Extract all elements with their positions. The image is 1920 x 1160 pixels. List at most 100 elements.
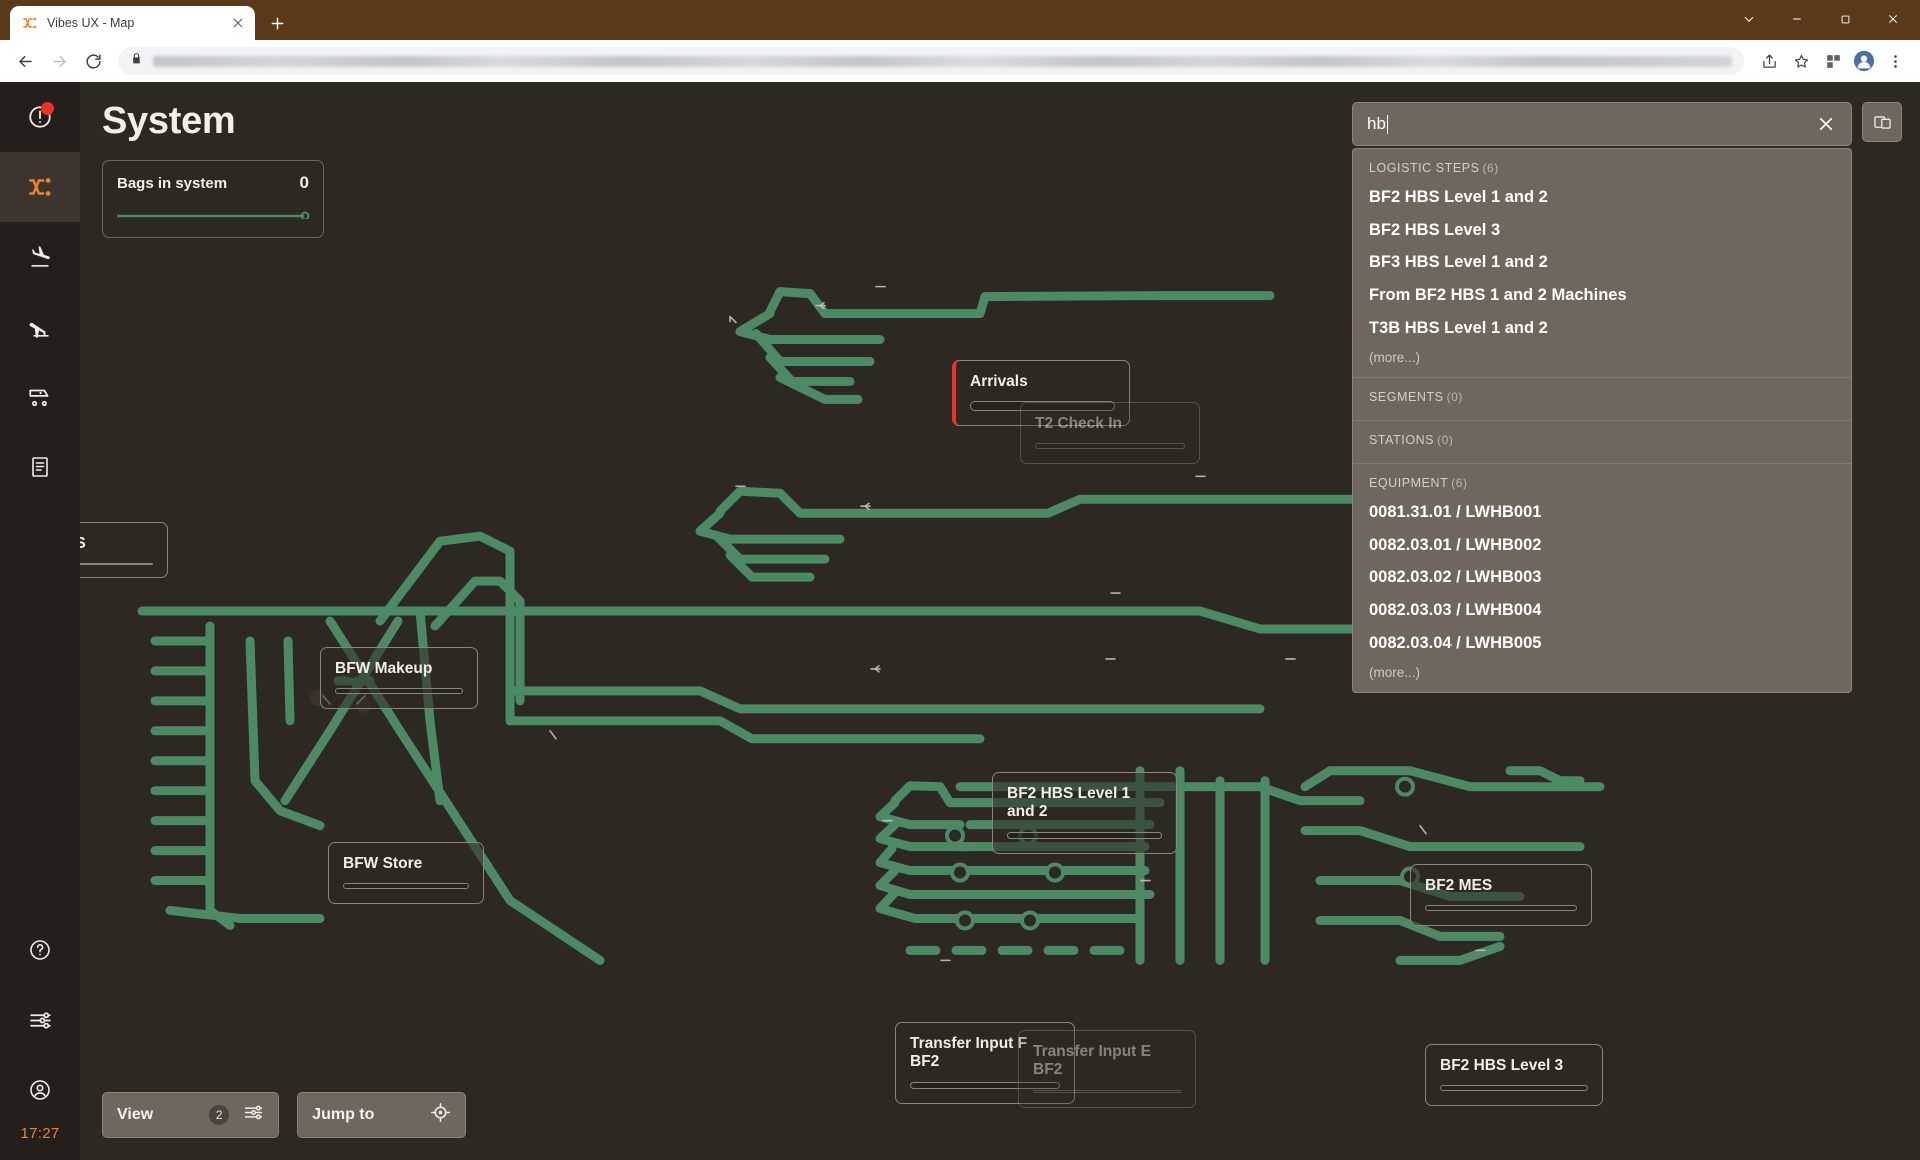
search-panel: hb LOGISTIC STEPS (6) BF2 HBS Level 1 and …	[1352, 102, 1852, 694]
search-group-equipment: EQUIPMENT (6) 0081.31.01 / LWHB001 0082.03.…	[1353, 464, 1851, 692]
new-tab-button[interactable]	[263, 9, 291, 37]
map-node-progress-bar	[1035, 443, 1185, 449]
address-bar[interactable]	[118, 47, 1744, 75]
map-node-title: BFW Makeup	[335, 660, 433, 677]
search-input[interactable]: hb	[1352, 102, 1852, 146]
bags-in-system-card: Bags in system 0	[102, 160, 324, 238]
alerts-badge-dot	[41, 102, 54, 115]
panel-split-icon[interactable]	[1862, 102, 1902, 142]
shuffle-icon	[22, 15, 38, 31]
bottom-toolbar: View 2 Jump to	[102, 1092, 467, 1138]
search-group-heading-label: LOGISTIC STEPS	[1369, 161, 1480, 175]
browser-toolbar	[0, 40, 1920, 82]
close-icon[interactable]	[1815, 113, 1837, 135]
kpi-sparkline	[117, 211, 310, 219]
search-group-heading: SEGMENTS (0)	[1353, 386, 1851, 410]
map-node-title: Transfer Input E BF2	[1033, 1043, 1151, 1079]
map-node-title: BF2 HBS Level 1 and 2	[1007, 785, 1131, 821]
address-bar-url	[153, 55, 1732, 67]
view-button-badge: 2	[209, 1105, 230, 1125]
profile-avatar-icon[interactable]	[1850, 47, 1878, 75]
sliders-icon	[243, 1102, 264, 1128]
kebab-menu-icon[interactable]	[1880, 46, 1910, 76]
sidebar-item-arrivals[interactable]	[0, 292, 80, 362]
lock-icon	[130, 52, 143, 70]
kpi-row: Bags in system 0	[117, 173, 309, 193]
page-title: System	[102, 100, 236, 142]
maximize-icon[interactable]	[1822, 4, 1868, 34]
search-result-item[interactable]: BF2 HBS Level 3	[1353, 214, 1851, 247]
search-result-item[interactable]: 0082.03.03 / LWHB004	[1353, 594, 1851, 627]
search-group-count: (0)	[1446, 390, 1463, 405]
map-node-title: BFW Store	[343, 855, 423, 872]
sidebar-item-departures[interactable]	[0, 222, 80, 292]
map-node-title: T2 Check In	[1035, 415, 1122, 432]
back-arrow-icon[interactable]	[10, 46, 40, 76]
search-group-heading: STATIONS (0)	[1353, 429, 1851, 453]
sidebar-item-account[interactable]	[0, 1055, 80, 1125]
crosshair-target-icon	[430, 1102, 451, 1128]
map-node-progress-bar	[1033, 1089, 1181, 1093]
sidebar-item-settings[interactable]	[0, 985, 80, 1055]
node-bfw-makeup[interactable]: BFW Makeup	[320, 647, 478, 709]
search-result-item[interactable]: 0082.03.04 / LWHB005	[1353, 627, 1851, 660]
map-node-title: Arrivals	[970, 373, 1028, 390]
share-icon[interactable]	[1754, 46, 1784, 76]
view-button[interactable]: View 2	[102, 1092, 280, 1138]
sidebar-item-reports[interactable]	[0, 432, 80, 502]
map-node-progress-bar	[80, 563, 153, 566]
close-icon[interactable]	[229, 14, 247, 32]
extensions-icon[interactable]	[1818, 46, 1848, 76]
map-canvas[interactable]: System Bags in system 0 ES Arrivals T2 Che…	[80, 82, 1920, 1160]
search-group-heading-label: SEGMENTS	[1369, 390, 1444, 405]
view-button-label: View	[117, 1106, 154, 1123]
minimize-icon[interactable]	[1774, 4, 1820, 34]
reload-icon[interactable]	[78, 46, 108, 76]
map-node-title: ES	[80, 535, 86, 552]
search-group-more-link[interactable]: (more...)	[1353, 344, 1851, 367]
browser-tabstrip: Vibes UX - Map	[0, 0, 1920, 40]
search-result-item[interactable]: 0081.31.01 / LWHB001	[1353, 496, 1851, 529]
star-icon[interactable]	[1786, 46, 1816, 76]
search-group-heading: LOGISTIC STEPS (6)	[1353, 157, 1851, 181]
search-result-item[interactable]: 0082.03.02 / LWHB003	[1353, 561, 1851, 594]
node-bf2-mes[interactable]: BF2 MES	[1410, 864, 1592, 926]
window-close-icon[interactable]	[1870, 4, 1916, 34]
sidebar-item-alerts[interactable]	[0, 82, 80, 152]
search-group-more-link[interactable]: (more...)	[1353, 659, 1851, 682]
map-node-title: BF2 MES	[1425, 877, 1493, 894]
node-transfer-input-e-bf2[interactable]: Transfer Input E BF2	[1018, 1030, 1196, 1108]
search-result-item[interactable]: T3B HBS Level 1 and 2	[1353, 312, 1851, 345]
map-node-progress-bar	[1440, 1085, 1588, 1091]
node-bfw-store[interactable]: BFW Store	[328, 842, 484, 904]
browser-tab-title: Vibes UX - Map	[47, 16, 135, 30]
search-result-item[interactable]: From BF2 HBS 1 and 2 Machines	[1353, 279, 1851, 312]
node-t2-check-in[interactable]: T2 Check In	[1020, 402, 1200, 464]
search-result-item[interactable]: BF3 HBS Level 1 and 2	[1353, 246, 1851, 279]
toolbar-right-actions	[1754, 46, 1910, 76]
search-group-logistic-steps: LOGISTIC STEPS (6) BF2 HBS Level 1 and 2 BF…	[1353, 149, 1851, 379]
search-result-item[interactable]: 0082.03.01 / LWHB002	[1353, 529, 1851, 562]
kpi-value: 0	[299, 173, 309, 192]
node-es[interactable]: ES	[80, 522, 168, 578]
application: 17:27 System Bags in system 0 S Arrivals…	[0, 82, 1920, 1160]
sidebar: 17:27	[0, 82, 80, 1160]
map-node-progress-bar	[343, 883, 469, 889]
forward-arrow-icon[interactable]	[44, 46, 74, 76]
node-bf2-hbs-level-3[interactable]: BF2 HBS Level 3	[1425, 1044, 1603, 1106]
sidebar-item-help[interactable]	[0, 915, 80, 985]
jump-to-button[interactable]: Jump to	[297, 1092, 467, 1138]
map-node-title: BF2 HBS Level 3	[1440, 1057, 1564, 1074]
sidebar-item-map[interactable]	[0, 152, 80, 222]
search-group-count: (0)	[1437, 433, 1454, 448]
map-node-progress-bar	[1007, 831, 1162, 839]
search-group-count: (6)	[1482, 161, 1499, 175]
sidebar-clock: 17:27	[20, 1125, 60, 1142]
chevron-down-icon[interactable]	[1726, 4, 1772, 34]
search-results: LOGISTIC STEPS (6) BF2 HBS Level 1 and 2 BF…	[1352, 148, 1852, 694]
search-result-item[interactable]: BF2 HBS Level 1 and 2	[1353, 181, 1851, 214]
node-bf2-hbs-level-1-and-2[interactable]: BF2 HBS Level 1 and 2	[992, 772, 1177, 854]
sidebar-item-baggage[interactable]	[0, 362, 80, 432]
browser-tab[interactable]: Vibes UX - Map	[10, 6, 255, 40]
map-node-progress-bar	[1425, 905, 1577, 911]
